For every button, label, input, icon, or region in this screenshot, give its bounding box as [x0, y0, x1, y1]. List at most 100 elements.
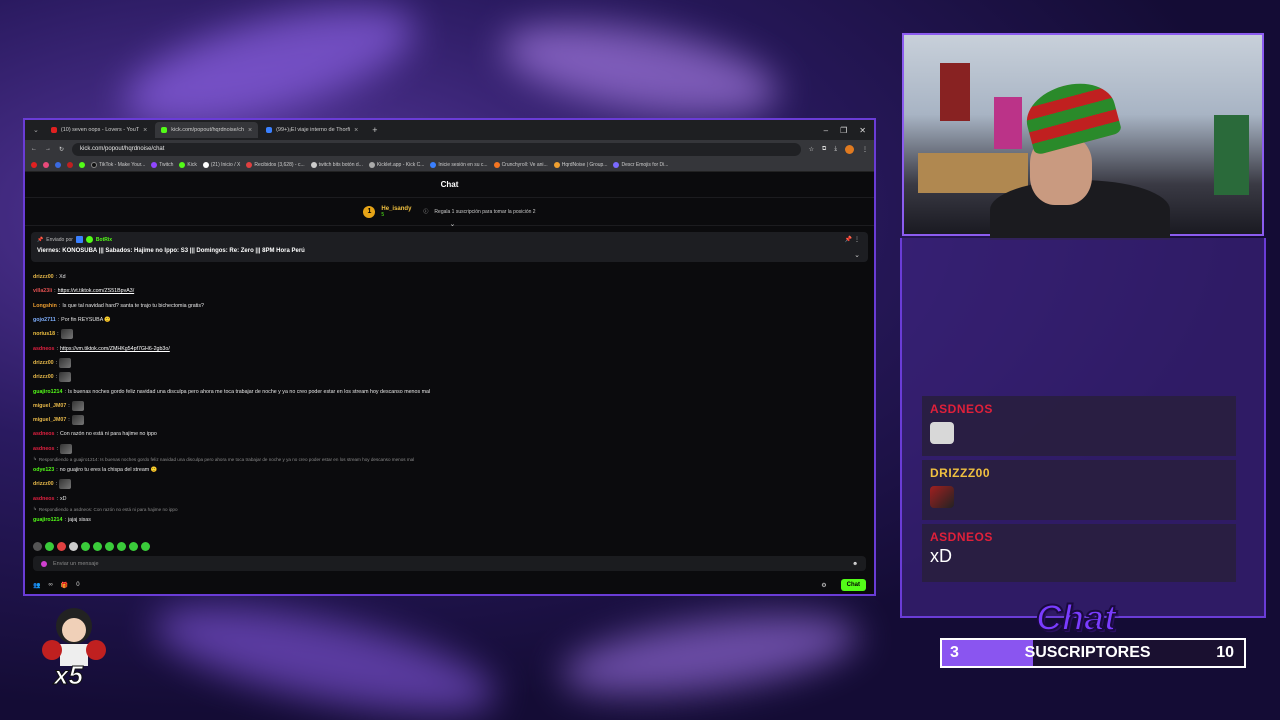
forward-icon[interactable]: → — [45, 146, 51, 152]
emote-icon[interactable] — [105, 542, 114, 551]
chat-message: guajiro1214: Is buenas noches gordo feliz… — [33, 384, 866, 398]
gift-icon[interactable]: 🎁 — [61, 582, 68, 589]
tab-search-icon[interactable]: ⌄ — [29, 126, 43, 134]
emote-icon[interactable] — [117, 542, 126, 551]
separator: : — [68, 417, 70, 424]
bookmark-youtube-icon[interactable] — [31, 161, 37, 168]
youtube-icon — [50, 127, 57, 133]
pinned-sender[interactable]: BotRix — [96, 237, 112, 243]
chevron-down-icon[interactable]: ⌄ — [450, 220, 456, 228]
chat-username[interactable]: Longshin — [33, 303, 57, 309]
gift-cta[interactable]: Regala 1 suscripción para tomar la posic… — [434, 209, 535, 215]
separator: : — [54, 288, 56, 295]
chat-username[interactable]: guajiro1214 — [33, 517, 62, 523]
emoji-picker-icon[interactable]: ☻ — [852, 561, 858, 567]
separator: : — [56, 445, 58, 452]
users-icon[interactable]: 👥 — [33, 582, 40, 589]
separator: : — [56, 467, 58, 473]
separator: : — [55, 359, 58, 366]
bookmark-item[interactable]: Kick — [179, 161, 197, 168]
message-input[interactable]: Enviar un mensaje ☻ — [33, 556, 866, 571]
menu-icon[interactable]: ⋮ — [862, 146, 868, 153]
emote-icon[interactable] — [45, 542, 54, 551]
chat-username[interactable]: asdneos — [33, 346, 55, 352]
chat-username[interactable]: asdneos — [33, 496, 55, 502]
separator: : — [56, 431, 58, 438]
new-tab-button[interactable]: + — [366, 125, 383, 135]
bookmark-item[interactable]: twitch bits botón d... — [310, 161, 363, 168]
emote-icon[interactable] — [81, 542, 90, 551]
chat-username[interactable]: odye123 — [33, 467, 54, 473]
star-icon[interactable]: ☆ — [809, 146, 814, 153]
pin-icon[interactable]: 📌 ⋮ — [845, 236, 860, 243]
tab-kick-chat[interactable]: kick.com/popout/hqrdnoise/ch × — [155, 122, 259, 138]
chat-message: asdneos: https://vm.tiktok.com/ZMHKg54pf7… — [33, 341, 866, 355]
bookmark-whatsapp-icon[interactable] — [79, 161, 85, 168]
bookmark-item[interactable]: TikTok - Make Your... — [91, 161, 145, 168]
chat-footer: 👥 ∞ 🎁 0 ⚙ Chat — [33, 578, 866, 592]
chat-username[interactable]: gojo2711 — [33, 317, 56, 323]
bookmark-item[interactable]: Inicie sesión en su c... — [430, 161, 488, 168]
emote-icon[interactable] — [93, 542, 102, 551]
maximize-icon[interactable]: ❐ — [840, 126, 847, 135]
emote-icon[interactable] — [69, 542, 78, 551]
chat-link[interactable]: https://vt.tiktok.com/ZS51BpvA3/ — [58, 288, 135, 294]
extensions-icon[interactable]: ⧉ — [822, 146, 826, 153]
chat-username[interactable]: drizzz00 — [33, 274, 54, 280]
minimize-icon[interactable]: – — [824, 126, 828, 135]
chat-message: drizzz00: Xd — [33, 270, 866, 284]
close-window-icon[interactable]: ✕ — [859, 126, 866, 135]
address-bar: ← → ↻ kick.com/popout/hqrdnoise/chat ☆ ⧉… — [25, 140, 874, 158]
chat-username[interactable]: miguel_JM07 — [33, 417, 66, 423]
settings-icon[interactable]: ⚙ — [821, 582, 826, 589]
bookmark-item[interactable]: Recibidos (3,628) - c... — [246, 161, 305, 168]
tab-youtube[interactable]: (10) seven oops - Lovers - YouT × — [45, 122, 153, 138]
chat-link[interactable]: https://vm.tiktok.com/ZMHKg54pf7GH6-2gb3… — [60, 346, 170, 352]
chat-username[interactable]: drizzz00 — [33, 360, 54, 366]
sub-goal-label: SUSCRIPTORES — [1024, 644, 1151, 661]
chevron-down-icon[interactable]: ⌄ — [854, 251, 860, 259]
kick-icon — [161, 127, 168, 133]
chat-username[interactable]: asdneos — [33, 431, 55, 437]
chat-text: Is que tal navidad hard? santa te trajo … — [62, 302, 204, 309]
url-field[interactable]: kick.com/popout/hqrdnoise/chat — [72, 142, 801, 156]
bookmark-item[interactable]: Crunchyroll: Ve ani... — [493, 161, 548, 168]
bookmark-item[interactable]: Descr Emojis for Di... — [613, 161, 668, 168]
emote-icon[interactable] — [141, 542, 150, 551]
bookmark-facebook-icon[interactable] — [55, 161, 61, 168]
close-icon[interactable]: × — [354, 127, 358, 134]
reload-icon[interactable]: ↻ — [59, 146, 64, 153]
emote-icon[interactable] — [33, 542, 42, 551]
bookmark-item[interactable]: Kicklet.app - Kick C... — [368, 161, 424, 168]
chat-username[interactable]: miguel_JM07 — [33, 403, 66, 409]
bookmark-instagram-icon[interactable] — [43, 161, 49, 168]
reply-text: Respondiendo a asdneos: Con razón no est… — [38, 506, 178, 512]
tab-thorfinn[interactable]: (99+)¡El viaje interno de Thorfi × — [260, 122, 364, 138]
chat-emote — [59, 372, 72, 383]
chat-username[interactable]: villa23li — [33, 288, 52, 294]
shelf — [918, 153, 1028, 193]
close-icon[interactable]: × — [248, 127, 252, 134]
bookmark-item[interactable]: Twitch — [151, 161, 173, 168]
send-chat-button[interactable]: Chat — [840, 579, 866, 591]
chat-username[interactable]: guajiro1214 — [33, 389, 62, 395]
chat-emote — [59, 443, 72, 454]
tab-favicon-icon — [266, 127, 273, 133]
downloads-icon[interactable]: ⤓ — [834, 146, 837, 153]
emote-icon[interactable] — [57, 542, 66, 551]
chat-username[interactable]: drizzz00 — [33, 374, 54, 380]
separator: : — [55, 274, 58, 281]
chat-text: Con razón no está ni para hajime no ippo — [59, 431, 157, 438]
chat-username[interactable]: asdneos — [33, 446, 55, 452]
chat-username[interactable]: norius18 — [33, 331, 55, 337]
close-icon[interactable]: × — [143, 127, 147, 134]
wall-poster — [940, 63, 970, 121]
back-icon[interactable]: ← — [31, 146, 37, 152]
profile-icon[interactable] — [845, 144, 854, 154]
emote-icon[interactable] — [129, 542, 138, 551]
bookmark-pinterest-icon[interactable] — [67, 161, 73, 168]
bookmark-item[interactable]: (21) Inicio / X — [202, 161, 240, 168]
chat-message: asdneos: xD — [33, 491, 866, 505]
chat-username[interactable]: drizzz00 — [33, 481, 54, 487]
bookmark-item[interactable]: HqrdNoise | Group... — [553, 161, 607, 168]
